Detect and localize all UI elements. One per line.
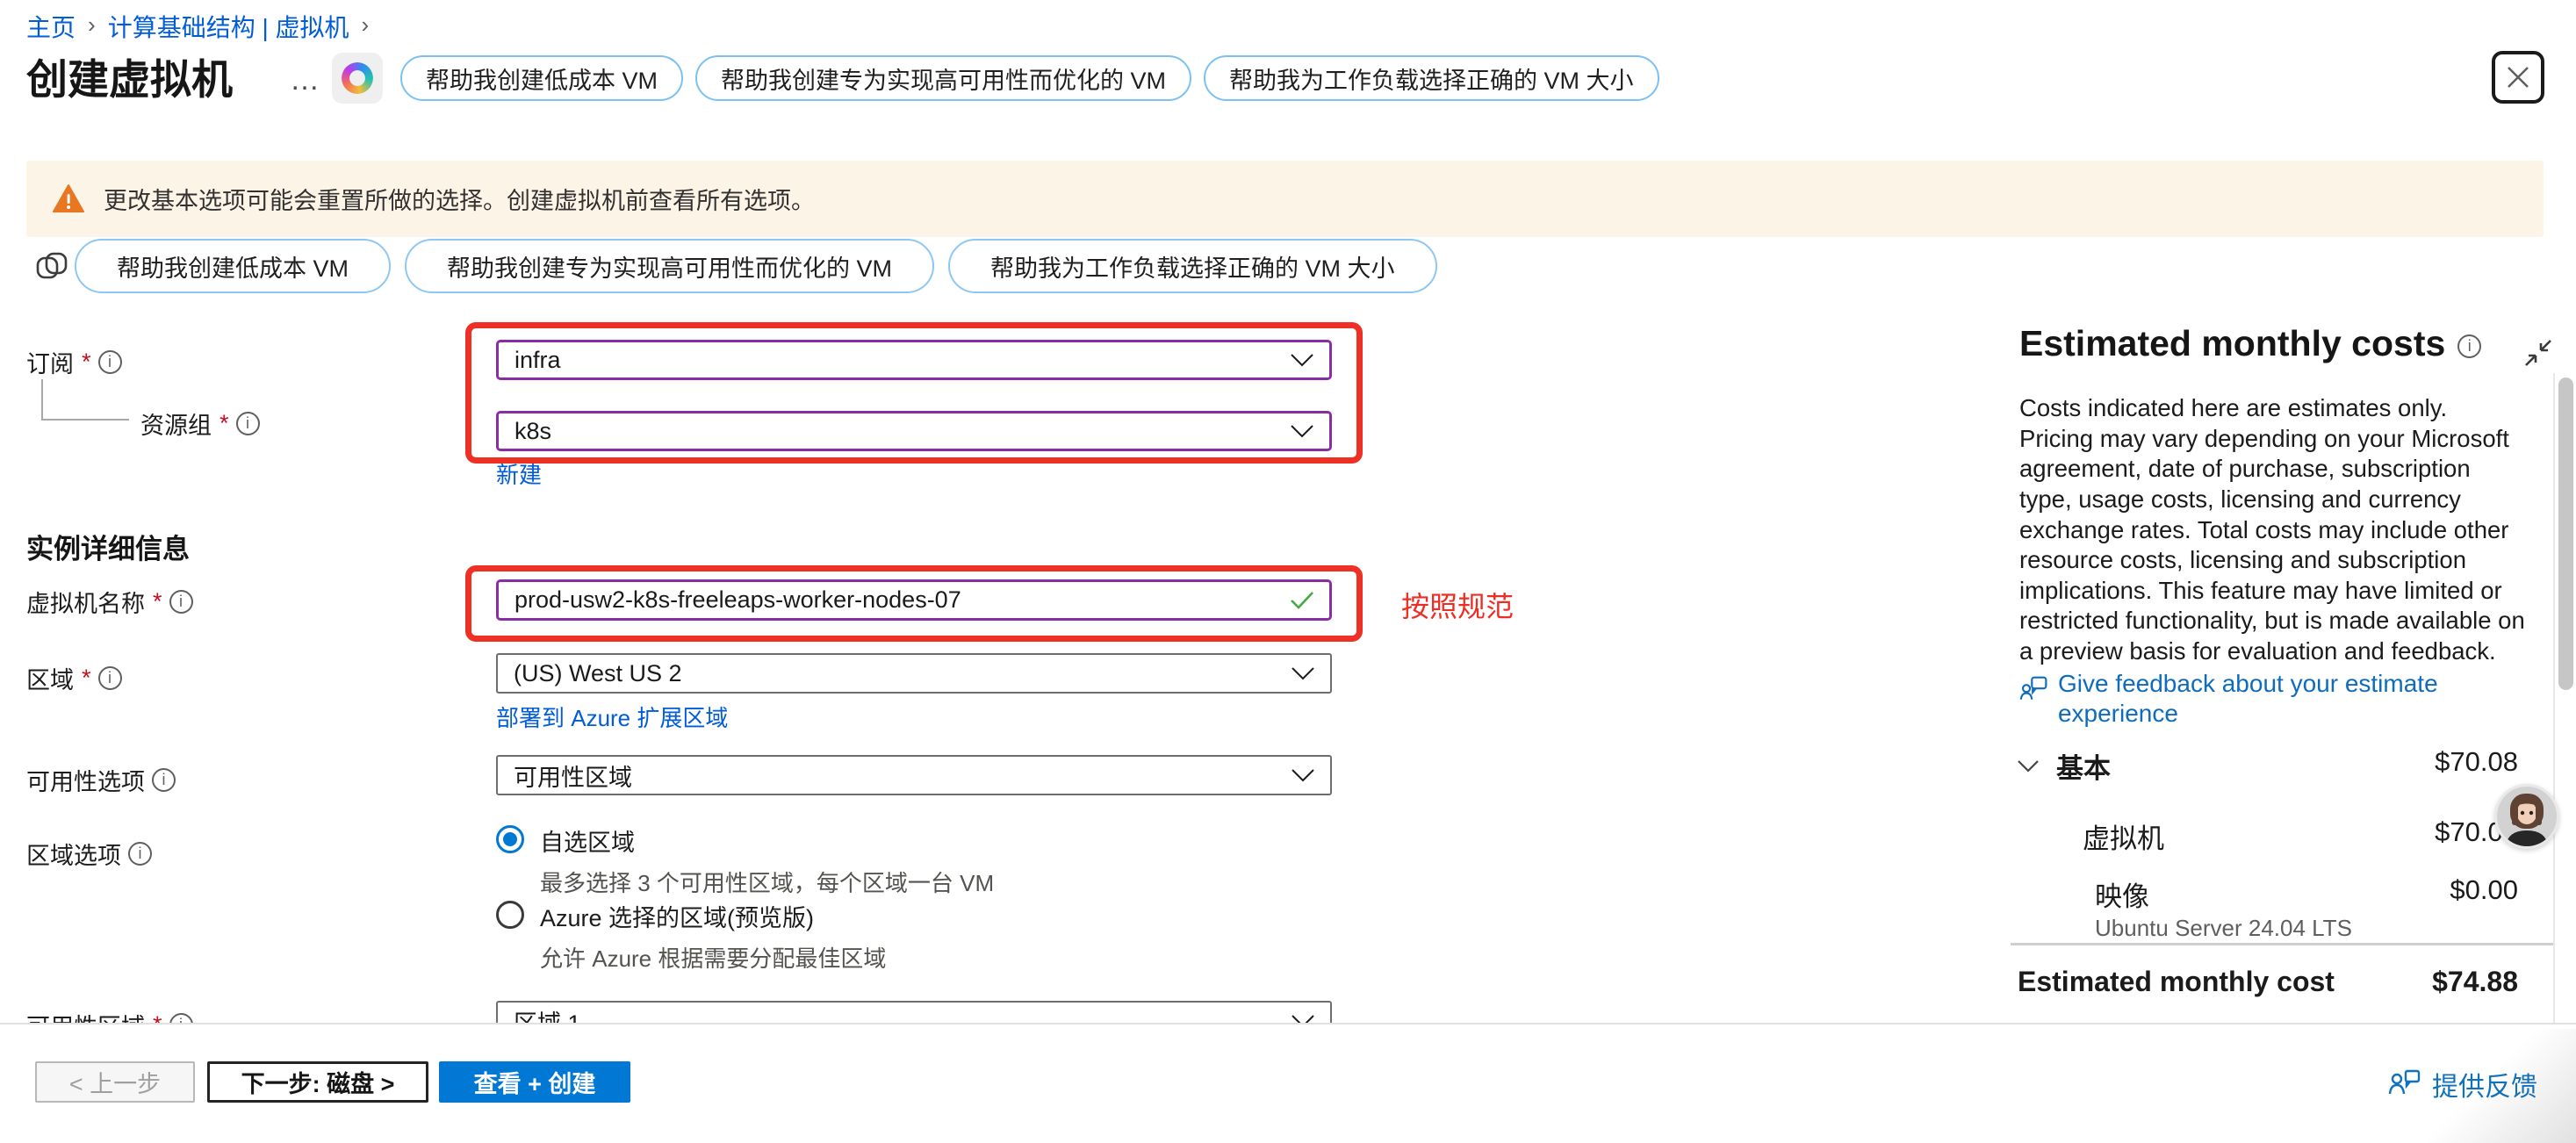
zone-options-label: 区域选项 i [26,837,152,871]
vm-name-field-wrap [496,579,1332,621]
breadcrumb-separator-icon: › [362,11,370,39]
page-title: 创建虚拟机 [26,46,233,106]
info-icon[interactable]: i [98,350,122,374]
breadcrumb-home-link[interactable]: 主页 [26,9,76,44]
collapse-icon[interactable] [2522,336,2555,370]
scrollbar-thumb[interactable] [2558,377,2573,690]
info-icon[interactable]: i [236,412,260,435]
give-feedback-link[interactable]: 提供反馈 [2386,1065,2537,1103]
radio-azure-selected-zones[interactable] [496,901,524,929]
copilot-suggestion-chips-2: 帮助我创建低成本 VM 帮助我创建专为实现高可用性而优化的 VM 帮助我为工作负… [75,239,1437,293]
copilot-suggestion-chips: 帮助我创建低成本 VM 帮助我创建专为实现高可用性而优化的 VM 帮助我为工作负… [400,55,1659,101]
chevron-down-icon [1292,769,1314,782]
info-icon[interactable]: i [152,768,176,792]
radio-description: 最多选择 3 个可用性区域，每个区域一台 VM [540,866,994,898]
cost-total-value: $74.88 [2432,966,2518,998]
tree-connector [41,419,129,421]
availability-options-dropdown[interactable]: 可用性区域 [496,755,1332,795]
breadcrumb-vm-link[interactable]: 计算基础结构 | 虚拟机 [108,9,349,44]
info-icon[interactable]: i [98,666,122,690]
divider [2011,943,2555,945]
zone-option-self-select: 自选区域 最多选择 3 个可用性区域，每个区域一台 VM [496,823,994,898]
radio-description: 允许 Azure 根据需要分配最佳区域 [540,941,886,974]
estimate-feedback-link[interactable]: Give feedback about your estimate experi… [2019,669,2511,729]
previous-button[interactable]: < 上一步 [35,1061,195,1103]
chevron-down-icon [1292,1015,1314,1024]
section-header-instance-details: 实例详细信息 [26,527,190,566]
create-new-link[interactable]: 新建 [496,457,542,490]
feedback-icon [2019,672,2049,708]
checkmark-icon [1291,592,1313,609]
cost-item-image: 映像 [2095,874,2149,914]
cost-total-label: Estimated monthly cost [2018,966,2335,998]
subscription-label: 订阅* i [26,345,122,379]
vm-name-input[interactable] [514,586,1291,614]
chevron-down-icon [1291,425,1313,438]
scrollbar-track [2553,373,2555,1023]
warning-banner: 更改基本选项可能会重置所做的选择。创建虚拟机前查看所有选项。 [26,161,2544,237]
close-icon [2505,64,2531,90]
warning-icon [53,184,84,213]
more-actions-button[interactable]: … [290,63,321,97]
info-icon[interactable]: i [128,842,152,866]
main-content: 主页 › 计算基础结构 | 虚拟机 › 创建虚拟机 … 帮助我创建低成本 VM … [0,0,2576,1023]
chip-low-cost-vm[interactable]: 帮助我创建低成本 VM [75,239,391,293]
info-icon[interactable]: i [2457,334,2481,358]
chevron-down-icon [2018,760,2039,773]
zone-option-azure-selected: Azure 选择的区域(预览版) 允许 Azure 根据需要分配最佳区域 [496,899,886,974]
cost-group-basic-value: $70.08 [2435,746,2518,778]
resource-group-dropdown[interactable]: k8s [496,411,1332,451]
radio-self-select-zones[interactable] [496,825,524,853]
cost-item-vm: 虚拟机 [2083,816,2164,856]
warning-text: 更改基本选项可能会重置所做的选择。创建虚拟机前查看所有选项。 [104,182,815,216]
chip-high-availability-vm[interactable]: 帮助我创建专为实现高可用性而优化的 VM [695,55,1191,101]
availability-zone-label: 可用性区域* i [26,1008,193,1023]
availability-options-label: 可用性选项 i [26,763,176,797]
chevron-down-icon [1292,667,1314,680]
copilot-button[interactable] [332,53,383,104]
availability-zone-dropdown[interactable]: 区域 1 [496,1001,1332,1023]
feedback-icon [2386,1068,2421,1101]
vm-name-label: 虚拟机名称* i [26,585,193,619]
copilot-icon [336,57,378,99]
close-button[interactable] [2492,51,2544,104]
copilot-outline-icon[interactable] [33,248,70,284]
avatar [2494,784,2559,849]
chevron-down-icon [1291,354,1313,367]
tree-connector [41,379,43,420]
region-label: 区域* i [26,661,122,695]
breadcrumb: 主页 › 计算基础结构 | 虚拟机 › [26,9,369,44]
chip-low-cost-vm[interactable]: 帮助我创建低成本 VM [400,55,683,101]
review-create-button[interactable]: 查看 + 创建 [439,1061,630,1103]
info-icon[interactable]: i [169,1013,193,1023]
footer-bar: < 上一步 下一步: 磁盘 > 查看 + 创建 提供反馈 [0,1023,2576,1143]
info-icon[interactable]: i [169,590,193,614]
chip-right-vm-size[interactable]: 帮助我为工作负载选择正确的 VM 大小 [1204,55,1659,101]
cost-panel-description: Costs indicated here are estimates only.… [2019,393,2527,667]
breadcrumb-separator-icon: › [88,11,96,39]
cost-item-image-value: $0.00 [2450,874,2518,906]
next-disks-button[interactable]: 下一步: 磁盘 > [207,1061,428,1103]
cost-panel-header: Estimated monthly costs i [2019,323,2481,364]
annotation-text: 按照规范 [1401,585,1514,625]
cost-item-image-sub: Ubuntu Server 24.04 LTS [2095,915,2352,942]
radio-label: Azure 选择的区域(预览版) [540,899,886,933]
cost-panel-title: Estimated monthly costs [2019,323,2445,364]
chip-high-availability-vm[interactable]: 帮助我创建专为实现高可用性而优化的 VM [405,239,934,293]
radio-label: 自选区域 [540,823,994,858]
subscription-dropdown[interactable]: infra [496,340,1332,380]
create-vm-blade: 主页 › 计算基础结构 | 虚拟机 › 创建虚拟机 … 帮助我创建低成本 VM … [0,0,2576,1143]
region-dropdown[interactable]: (US) West US 2 [496,653,1332,694]
cost-group-basic[interactable]: 基本 [2018,746,2111,786]
chip-right-vm-size[interactable]: 帮助我为工作负载选择正确的 VM 大小 [948,239,1437,293]
deploy-edge-zone-link[interactable]: 部署到 Azure 扩展区域 [496,701,728,733]
resource-group-label: 资源组* i [140,406,260,441]
